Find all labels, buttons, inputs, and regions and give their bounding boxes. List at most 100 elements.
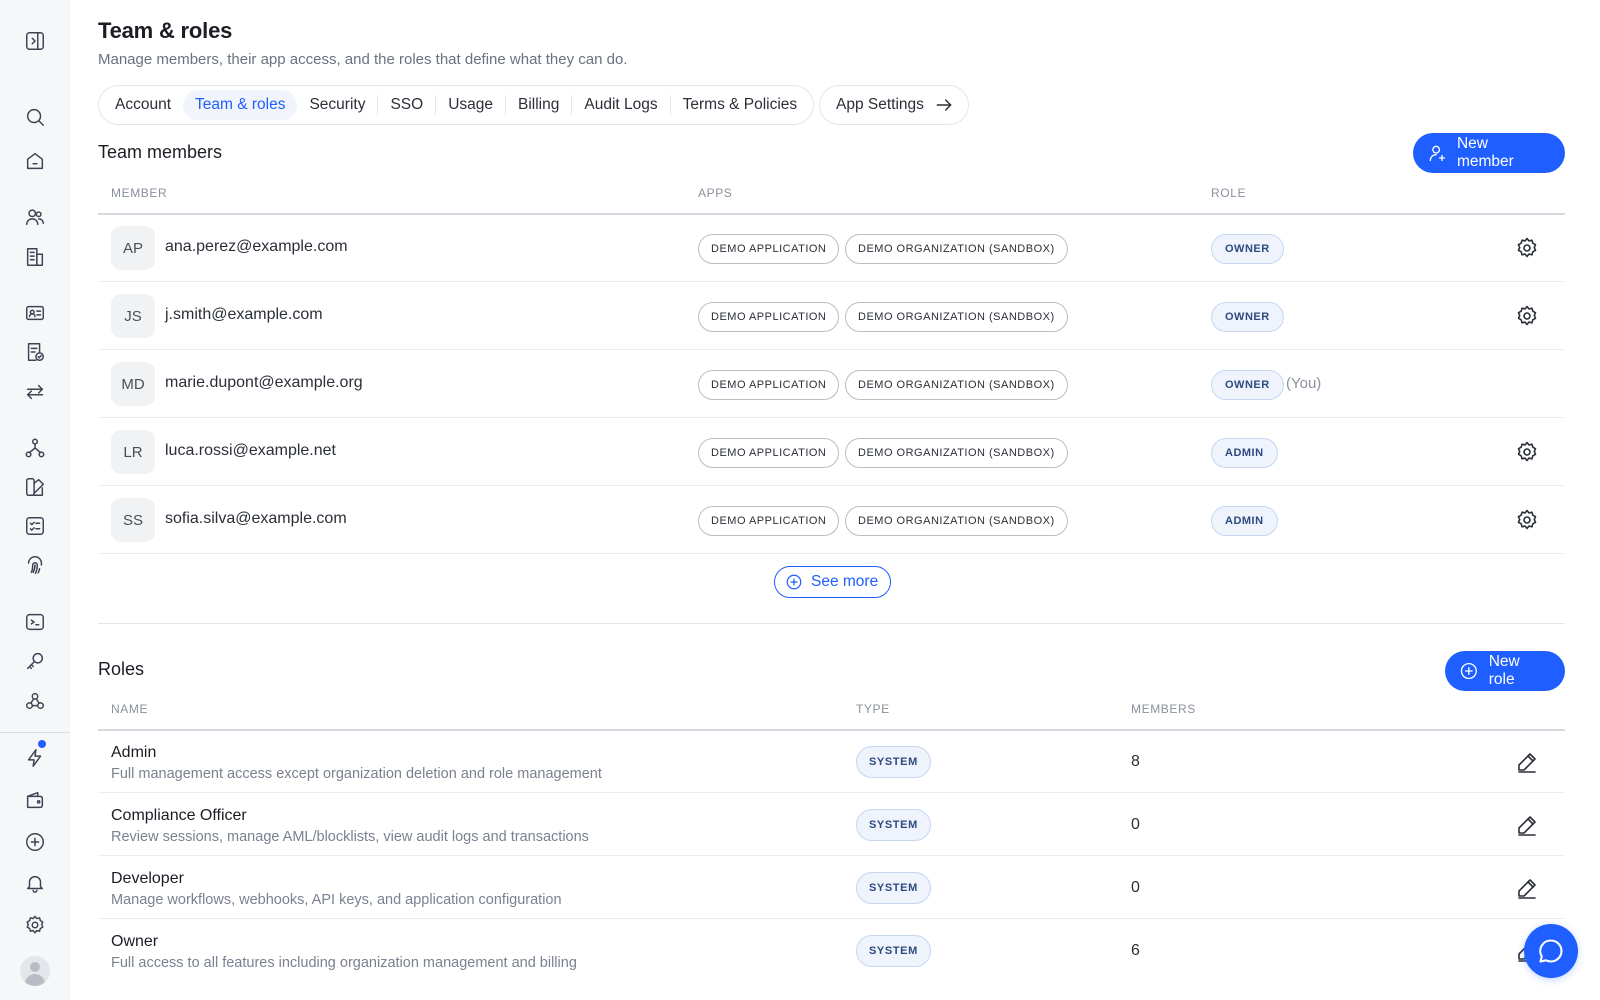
- gear-icon: [1517, 441, 1537, 462]
- role-member-count: 6: [1131, 942, 1140, 959]
- edit-role-button[interactable]: [1515, 813, 1539, 837]
- key-icon[interactable]: [23, 649, 47, 673]
- role-description: Full access to all features including or…: [111, 955, 577, 971]
- plus-circle-icon[interactable]: [23, 830, 47, 854]
- building-icon[interactable]: [23, 245, 47, 269]
- tab-team-and-roles[interactable]: Team & roles: [183, 90, 298, 120]
- table-row: MD marie.dupont@example.org DEMO APPLICA…: [98, 350, 1565, 418]
- team-members-title: Team members: [98, 142, 223, 162]
- role-badge: ADMIN: [1211, 438, 1278, 468]
- new-role-button[interactable]: New role: [1445, 651, 1565, 691]
- pencil-icon: [1518, 753, 1536, 773]
- fingerprint-icon[interactable]: [23, 553, 47, 577]
- plus-circle-icon: [1460, 662, 1477, 680]
- palette-icon[interactable]: [23, 475, 47, 499]
- pencil-icon: [1518, 816, 1536, 836]
- toggle-sidebar-icon[interactable]: [23, 29, 47, 53]
- users-icon[interactable]: [23, 205, 47, 229]
- member-email: sofia.silva@example.com: [165, 510, 347, 527]
- section-divider: [98, 623, 1565, 624]
- edit-role-button[interactable]: [1515, 750, 1539, 774]
- new-member-button[interactable]: New member: [1413, 133, 1565, 173]
- new-role-label: New role: [1488, 653, 1520, 688]
- app-chip: DEMO APPLICATION: [698, 438, 840, 468]
- app-chip: DEMO ORGANIZATION (SANDBOX): [845, 302, 1068, 332]
- app-chip: DEMO APPLICATION: [698, 506, 840, 536]
- app-root: Team & roles Manage members, their app a…: [0, 0, 1600, 1000]
- pencil-icon: [1518, 879, 1536, 899]
- role-badge: OWNER: [1211, 370, 1284, 400]
- edit-role-button[interactable]: [1515, 876, 1539, 900]
- gear-icon: [1517, 305, 1537, 326]
- webhook-icon[interactable]: [23, 689, 47, 713]
- column-header-role: ROLE: [1211, 186, 1247, 200]
- table-row: SS sofia.silva@example.com DEMO APPLICAT…: [98, 486, 1565, 554]
- checklist-icon[interactable]: [23, 514, 47, 538]
- app-chip: DEMO ORGANIZATION (SANDBOX): [845, 234, 1068, 264]
- search-icon[interactable]: [23, 105, 47, 129]
- role-name: Owner: [111, 933, 159, 950]
- sidebar: [0, 0, 70, 1000]
- role-badge: OWNER: [1211, 302, 1284, 332]
- arrow-right-icon: [936, 99, 952, 111]
- role-description: Manage workflows, webhooks, API keys, an…: [111, 892, 562, 908]
- gear-icon: [1517, 509, 1537, 530]
- tab-security[interactable]: Security: [297, 90, 377, 120]
- page-subtitle: Manage members, their app access, and th…: [98, 51, 628, 68]
- chat-support-button[interactable]: [1524, 924, 1578, 978]
- add-user-icon: [1429, 145, 1446, 162]
- member-settings-button[interactable]: [1515, 440, 1539, 464]
- see-more-button[interactable]: See more: [774, 566, 892, 598]
- app-chip: DEMO APPLICATION: [698, 370, 840, 400]
- role-name: Developer: [111, 870, 184, 887]
- tab-usage[interactable]: Usage: [436, 90, 505, 120]
- table-row: Owner Full access to all features includ…: [98, 919, 1565, 982]
- tab-terms-and-policies[interactable]: Terms & Policies: [671, 90, 810, 120]
- gear-icon: [1517, 237, 1537, 258]
- app-settings-label: App Settings: [836, 96, 924, 113]
- wallet-icon[interactable]: [23, 788, 47, 812]
- workflow-icon[interactable]: [23, 436, 47, 460]
- tab-sso[interactable]: SSO: [378, 90, 435, 120]
- role-name: Admin: [111, 744, 157, 761]
- role-description: Review sessions, manage AML/blocklists, …: [111, 829, 589, 845]
- role-member-count: 8: [1131, 753, 1140, 770]
- column-header-name: NAME: [111, 702, 149, 716]
- app-chip: DEMO ORGANIZATION (SANDBOX): [845, 370, 1068, 400]
- app-chip: DEMO APPLICATION: [698, 234, 840, 264]
- bell-icon[interactable]: [23, 871, 47, 895]
- document-check-icon[interactable]: [23, 340, 47, 364]
- terminal-icon[interactable]: [23, 610, 47, 634]
- tab-billing[interactable]: Billing: [506, 90, 571, 120]
- id-card-icon[interactable]: [23, 301, 47, 325]
- app-chip: DEMO ORGANIZATION (SANDBOX): [845, 438, 1068, 468]
- tab-account[interactable]: Account: [103, 90, 183, 120]
- column-header-type: TYPE: [856, 702, 890, 716]
- gear-icon[interactable]: [23, 913, 47, 937]
- table-row: Developer Manage workflows, webhooks, AP…: [98, 856, 1565, 919]
- settings-tabs: Account Team & roles Security SSO Usage …: [98, 85, 815, 125]
- app-chip: DEMO ORGANIZATION (SANDBOX): [845, 506, 1068, 536]
- role-type-badge: SYSTEM: [856, 935, 931, 967]
- table-row: Admin Full management access except orga…: [98, 730, 1565, 793]
- app-settings-link[interactable]: App Settings: [819, 85, 969, 125]
- member-settings-button[interactable]: [1515, 508, 1539, 532]
- avatar-body: [25, 974, 45, 986]
- current-user-marker: (You): [1286, 375, 1322, 392]
- member-avatar: SS: [111, 498, 155, 542]
- member-settings-button[interactable]: [1515, 304, 1539, 328]
- transfer-icon[interactable]: [23, 380, 47, 404]
- column-header-member: MEMBER: [111, 186, 168, 200]
- plus-circle-icon: [786, 574, 802, 590]
- member-email: ana.perez@example.com: [165, 238, 348, 255]
- chat-bubble-icon: [1539, 939, 1563, 963]
- tab-audit-logs[interactable]: Audit Logs: [572, 90, 669, 120]
- role-member-count: 0: [1131, 816, 1140, 833]
- member-settings-button[interactable]: [1515, 236, 1539, 260]
- table-row: LR luca.rossi@example.net DEMO APPLICATI…: [98, 418, 1565, 486]
- lightning-icon[interactable]: [23, 746, 47, 770]
- table-row: AP ana.perez@example.com DEMO APPLICATIO…: [98, 214, 1565, 282]
- role-member-count: 0: [1131, 879, 1140, 896]
- home-icon[interactable]: [23, 149, 47, 173]
- user-avatar[interactable]: [20, 956, 50, 986]
